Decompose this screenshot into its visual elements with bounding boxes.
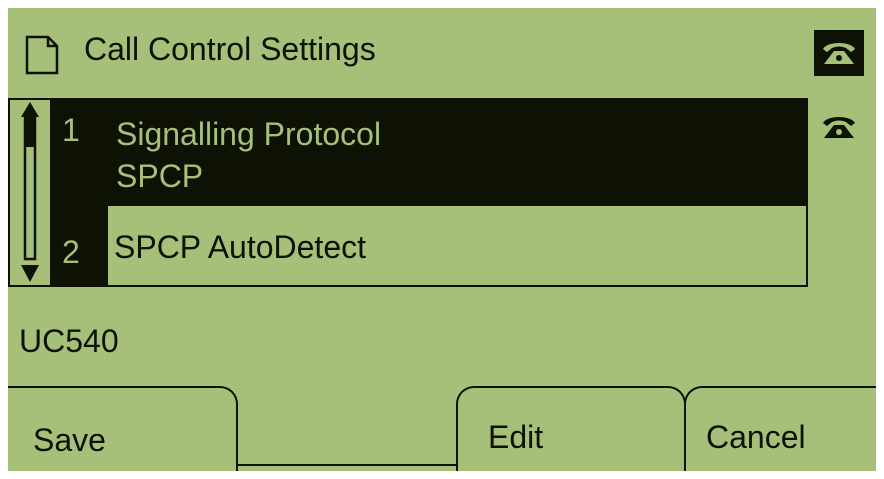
list-item-signalling-protocol[interactable]: Signalling Protocol SPCP bbox=[108, 100, 808, 206]
phone-handset-icon bbox=[823, 43, 855, 64]
down-arrow-icon bbox=[21, 265, 39, 282]
item-number-column: 1 2 bbox=[50, 100, 108, 285]
page-title: Call Control Settings bbox=[84, 31, 376, 67]
list-item-label: Signalling Protocol bbox=[116, 116, 382, 152]
scrollbar-graphic bbox=[21, 102, 39, 282]
up-arrow-icon bbox=[21, 102, 39, 117]
status-text: UC540 bbox=[19, 323, 119, 359]
item-number: 2 bbox=[62, 234, 80, 270]
empty-softkey-slot bbox=[236, 464, 458, 466]
list-item-value: SPCP bbox=[116, 158, 204, 194]
line-2-status[interactable] bbox=[814, 104, 864, 150]
line-1-status[interactable] bbox=[814, 30, 864, 76]
list-item-label: SPCP AutoDetect bbox=[114, 229, 366, 265]
list-item-spcp-autodetect[interactable]: SPCP AutoDetect bbox=[108, 206, 808, 287]
item-number: 1 bbox=[62, 112, 80, 148]
cancel-softkey-label: Cancel bbox=[706, 419, 806, 455]
scrollbar[interactable] bbox=[10, 100, 50, 285]
phone-lcd-screen: Call Control Settings 1 2 Signalling Pro… bbox=[8, 8, 876, 471]
settings-list: 1 2 Signalling Protocol SPCP SPCP AutoDe… bbox=[8, 98, 808, 287]
phone-handset-icon bbox=[823, 117, 855, 138]
save-softkey[interactable]: Save bbox=[8, 386, 238, 471]
scroll-thumb bbox=[25, 117, 35, 147]
edit-softkey[interactable]: Edit bbox=[456, 386, 686, 471]
save-softkey-label: Save bbox=[33, 422, 106, 458]
cancel-softkey[interactable]: Cancel bbox=[684, 386, 876, 471]
document-icon bbox=[25, 35, 59, 75]
edit-softkey-label: Edit bbox=[488, 419, 544, 455]
